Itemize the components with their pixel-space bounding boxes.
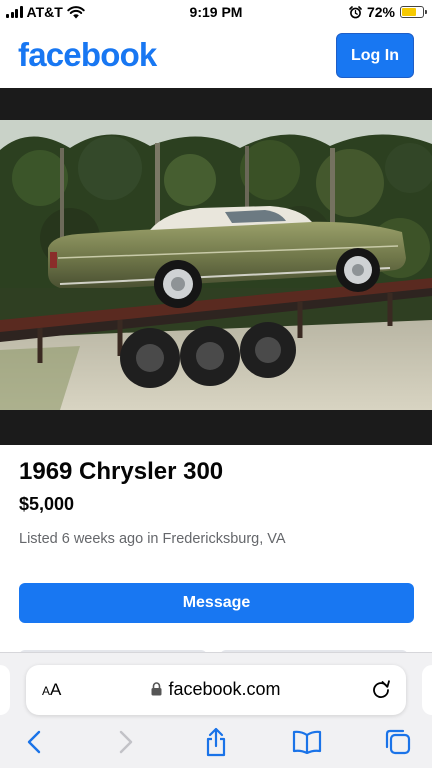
tabs-button[interactable] [380,727,416,757]
previous-tab-peek[interactable] [0,665,10,715]
bookmarks-icon [292,730,322,754]
status-right: 72% [349,4,427,20]
share-button[interactable] [198,727,234,757]
listed-in: in [147,531,159,547]
share-icon [206,727,226,757]
reload-icon[interactable] [370,678,392,700]
forward-icon [119,730,133,754]
site-header: facebook Log In [0,26,432,88]
url-text: facebook.com [168,679,281,699]
listing-photo[interactable] [0,88,432,445]
listing-price: $5,000 [19,494,75,514]
next-tab-peek[interactable] [422,665,432,715]
listing-location[interactable]: Fredericksburg, VA [163,531,286,547]
login-button[interactable]: Log In [336,33,414,78]
status-bar: AT&T 9:19 PM 72% [0,0,432,26]
address-bar[interactable]: AA facebook.com [26,665,406,715]
back-icon [27,730,41,754]
battery-percent: 72% [366,4,395,20]
forward-button[interactable] [108,727,144,757]
listing-meta: Listed 6 weeks ago in Fredericksburg, VA [19,531,286,547]
alarm-clock-icon [349,5,362,18]
lock-icon [151,682,162,696]
listed-time: 6 weeks ago [61,531,144,547]
listing-title: 1969 Chrysler 300 [19,458,224,485]
back-button[interactable] [16,727,52,757]
listed-prefix: Listed [19,531,58,547]
facebook-logo[interactable]: facebook [18,36,157,74]
bookmarks-button[interactable] [289,727,325,757]
message-button[interactable]: Message [19,583,414,623]
battery-icon [400,6,427,18]
url-display[interactable]: facebook.com [26,679,406,700]
tabs-icon [385,729,411,755]
battery-level [402,8,417,16]
